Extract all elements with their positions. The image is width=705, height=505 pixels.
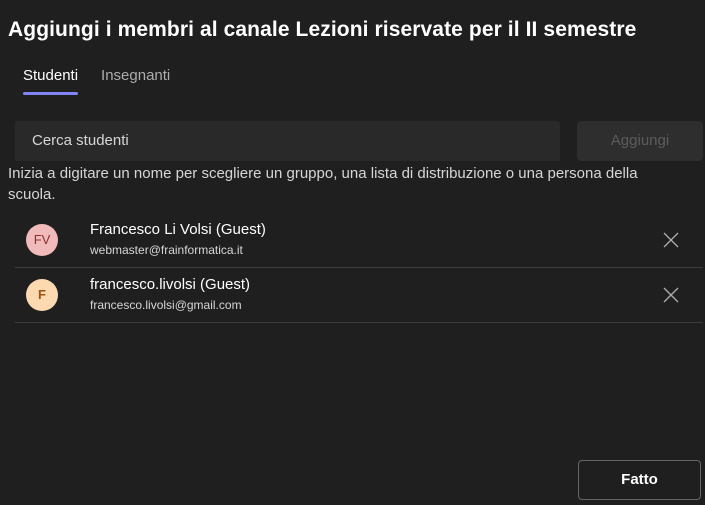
member-email: webmaster@frainformatica.it bbox=[90, 243, 243, 257]
remove-member-button[interactable] bbox=[661, 230, 681, 250]
close-icon bbox=[663, 287, 679, 303]
done-button[interactable]: Fatto bbox=[578, 460, 701, 500]
search-hint: Inizia a digitare un nome per scegliere … bbox=[8, 165, 638, 203]
add-members-dialog: Aggiungi i membri al canale Lezioni rise… bbox=[0, 0, 705, 505]
tab-studenti[interactable]: Studenti bbox=[23, 66, 79, 96]
member-name: francesco.livolsi (Guest) bbox=[90, 276, 251, 293]
search-input[interactable] bbox=[15, 121, 560, 161]
member-list-item: F francesco.livolsi (Guest) francesco.li… bbox=[15, 268, 703, 323]
member-email: francesco.livolsi@gmail.com bbox=[90, 298, 242, 312]
member-name: Francesco Li Volsi (Guest) bbox=[90, 221, 266, 238]
member-list-item: FV Francesco Li Volsi (Guest) webmaster@… bbox=[15, 213, 703, 268]
remove-member-button[interactable] bbox=[661, 285, 681, 305]
tab-list: Studenti Insegnanti bbox=[23, 66, 193, 96]
avatar: FV bbox=[26, 224, 58, 256]
tab-insegnanti[interactable]: Insegnanti bbox=[101, 66, 170, 96]
add-button[interactable]: Aggiungi bbox=[577, 121, 703, 161]
dialog-title: Aggiungi i membri al canale Lezioni rise… bbox=[8, 18, 637, 41]
avatar: F bbox=[26, 279, 58, 311]
close-icon bbox=[663, 232, 679, 248]
